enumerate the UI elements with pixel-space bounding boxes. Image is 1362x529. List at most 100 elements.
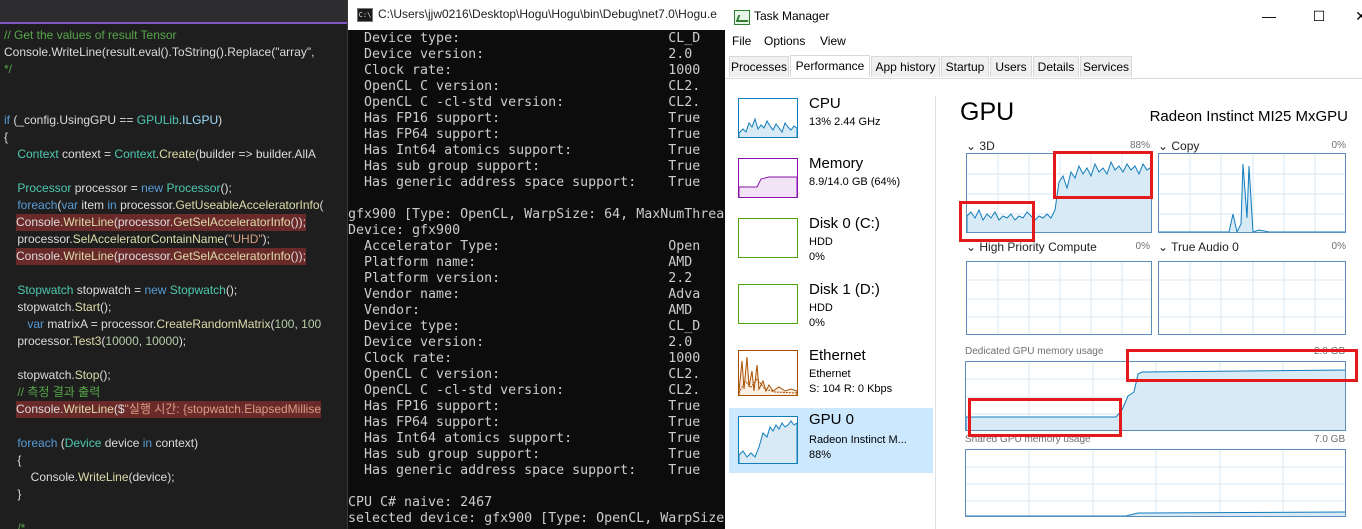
console-title-bar[interactable]: C:\ C:\Users\jjw0216\Desktop\Hogu\Hogu\b… — [348, 0, 726, 30]
resource-disk-1[interactable]: Disk 1 (D:) HDD 0% — [729, 278, 933, 339]
code-line[interactable]: Console.WriteLine(processor.GetSelAccele… — [16, 248, 306, 265]
engine-audio-graph — [1158, 261, 1346, 335]
console-line: Has generic address space support: True — [348, 463, 701, 478]
code-line[interactable]: Console.WriteLine(result.eval().ToString… — [4, 44, 314, 61]
tab-startup[interactable]: Startup — [941, 56, 989, 77]
code-line[interactable]: processor.SelAcceleratorContainName("UHD… — [4, 231, 270, 248]
code-line[interactable]: { — [4, 129, 8, 146]
tab-processes[interactable]: Processes — [729, 56, 789, 77]
resource-type: Ethernet — [809, 368, 851, 380]
code-token: GetUseableAcceleratorInfo — [175, 198, 320, 212]
code-line[interactable]: var matrixA = processor.CreateRandomMatr… — [4, 316, 321, 333]
code-token: (); — [100, 300, 112, 314]
gpu-thumbnail-graph — [738, 416, 798, 464]
code-token: ()); — [290, 215, 306, 229]
code-token: Context — [114, 147, 156, 161]
code-line[interactable]: // 측정 결과 출력 — [4, 384, 100, 401]
code-token: processor. — [116, 198, 176, 212]
code-token: processor = — [71, 181, 142, 195]
console-title: C:\Users\jjw0216\Desktop\Hogu\Hogu\bin\D… — [378, 7, 717, 21]
code-line[interactable]: Stopwatch stopwatch = new Stopwatch(); — [4, 282, 237, 299]
code-line[interactable]: */ — [4, 61, 12, 78]
tab-details[interactable]: Details — [1033, 56, 1079, 77]
code-token: new — [141, 181, 164, 195]
code-token: in — [107, 198, 117, 212]
resource-ethernet[interactable]: Ethernet Ethernet S: 104 R: 0 Kbps — [729, 344, 933, 405]
menu-options[interactable]: Options — [764, 34, 805, 48]
code-line[interactable]: Console.WriteLine(processor.GetSelAccele… — [16, 214, 306, 231]
menu-file[interactable]: File — [732, 34, 751, 48]
task-manager-window[interactable]: Task Manager — ☐ ✕ File Options View Pro… — [725, 0, 1362, 529]
tab-performance[interactable]: Performance — [790, 55, 870, 77]
resource-gpu-0[interactable]: GPU 0 Radeon Instinct M... 88% — [729, 408, 933, 473]
engine-copy-selector[interactable]: ⌄ Copy — [1158, 139, 1199, 153]
console-line: Device: gfx900 — [348, 223, 461, 238]
resource-memory[interactable]: Memory 8.9/14.0 GB (64%) — [729, 152, 933, 213]
code-token: foreach — [17, 436, 58, 450]
tab-services[interactable]: Services — [1080, 56, 1132, 77]
code-token: new — [144, 283, 167, 297]
code-line[interactable]: foreach (Device device in context) — [4, 435, 198, 452]
code-token: GetSelAcceleratorInfo — [173, 249, 291, 263]
resource-cpu[interactable]: CPU 13% 2.44 GHz — [729, 92, 933, 153]
code-line[interactable]: stopwatch.Start(); — [4, 299, 111, 316]
code-token: ($ — [113, 402, 125, 416]
code-line[interactable]: Context context = Context.Create(builder… — [4, 146, 316, 163]
resource-name: Memory — [809, 155, 864, 172]
code-line[interactable]: // Get the values of result Tensor — [4, 27, 177, 44]
resource-name: Disk 1 (D:) — [809, 281, 880, 298]
resource-disk-0[interactable]: Disk 0 (C:) HDD 0% — [729, 212, 933, 273]
code-line[interactable]: { — [4, 452, 21, 469]
code-line[interactable]: } — [4, 486, 21, 503]
console-line: Has FP64 support: True — [348, 415, 701, 430]
code-token: ILGPU — [182, 113, 219, 127]
resource-detail: 0% — [809, 317, 825, 329]
console-window[interactable]: C:\ C:\Users\jjw0216\Desktop\Hogu\Hogu\b… — [347, 0, 726, 529]
code-editor[interactable]: // Get the values of result Tensor Consol… — [0, 0, 347, 529]
code-token: Test3 — [72, 334, 102, 348]
code-line[interactable]: if (_config.UsingGPU == GPULib.ILGPU) — [4, 112, 222, 129]
code-token: in — [142, 436, 153, 450]
code-token: (_config.UsingGPU == — [10, 113, 137, 127]
task-manager-title-bar[interactable]: Task Manager — ☐ ✕ — [725, 0, 1362, 32]
engine-label: True Audio 0 — [1171, 240, 1239, 254]
engine-hpc-selector[interactable]: ⌄ High Priority Compute — [966, 240, 1097, 254]
code-token: context) — [152, 436, 199, 450]
engine-audio-selector[interactable]: ⌄ True Audio 0 — [1158, 240, 1239, 254]
code-line[interactable]: Console.WriteLine(device); — [4, 469, 175, 486]
code-line[interactable]: stopwatch.Stop(); — [4, 367, 110, 384]
tab-users[interactable]: Users — [990, 56, 1032, 77]
code-line[interactable]: /* — [4, 520, 25, 529]
console-line: OpenCL C version: CL2. — [348, 367, 701, 382]
chevron-down-icon: ⌄ — [966, 240, 980, 254]
code-token: stopwatch = — [73, 283, 145, 297]
console-line: Device version: 2.0 — [348, 335, 693, 350]
code-line[interactable]: Console.WriteLine($"실행 시간: {stopwatch.El… — [16, 401, 322, 418]
resource-detail: 13% 2.44 GHz — [809, 116, 881, 128]
code-token: ()); — [290, 249, 306, 263]
minimize-button[interactable]: — — [1259, 6, 1279, 26]
tab-app-history[interactable]: App history — [871, 56, 940, 77]
close-button[interactable]: ✕ — [1351, 6, 1362, 26]
code-token: (processor. — [113, 215, 174, 229]
maximize-button[interactable]: ☐ — [1309, 6, 1329, 26]
console-line: Has FP16 support: True — [348, 111, 701, 126]
engine-3d-selector[interactable]: ⌄ 3D — [966, 139, 995, 153]
code-token: Device — [64, 436, 102, 450]
code-token: Processor — [166, 181, 221, 195]
console-app-icon: C:\ — [357, 8, 373, 22]
code-line[interactable]: foreach (var item in processor.GetUseable… — [4, 197, 323, 214]
code-line[interactable]: processor.Test3(10000, 10000); — [4, 333, 186, 350]
annotation-box — [1126, 349, 1358, 382]
shared-memory-max: 7.0 GB — [1314, 434, 1346, 445]
disk0-thumbnail-graph — [738, 218, 798, 258]
code-line[interactable]: Processor processor = new Processor(); — [4, 180, 231, 197]
code-token: */ — [4, 62, 13, 76]
code-token: Console. — [16, 402, 64, 416]
code-token: // Get the values of result Tensor — [4, 28, 177, 42]
menu-view[interactable]: View — [820, 34, 846, 48]
code-token: Create — [159, 147, 196, 161]
